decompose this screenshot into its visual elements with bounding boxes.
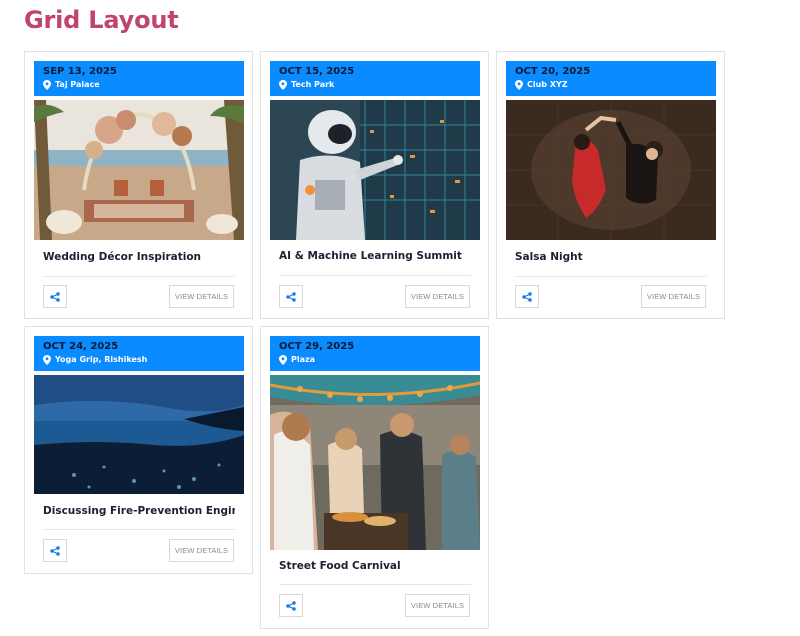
location-pin-icon [43, 80, 51, 90]
event-date: OCT 24, 2025 [43, 341, 119, 352]
venue-label: Plaza [291, 355, 316, 364]
page-title: Grid Layout [24, 6, 179, 34]
share-button[interactable] [515, 285, 539, 308]
share-icon [286, 600, 296, 611]
event-title[interactable]: Discussing Fire-Prevention Engineer [43, 505, 235, 517]
card-divider [515, 276, 707, 277]
venue-label: Club XYZ [527, 80, 568, 89]
share-icon [50, 545, 60, 556]
view-details-button[interactable]: VIEW DETAILS [169, 539, 234, 562]
view-details-button[interactable]: VIEW DETAILS [405, 285, 470, 308]
night-beach-image[interactable] [34, 375, 244, 494]
event-title[interactable]: Salsa Night [515, 251, 707, 263]
location-pin-icon [279, 355, 287, 365]
dancing-couple-image[interactable] [506, 100, 716, 240]
event-date: OCT 15, 2025 [279, 66, 355, 77]
view-details-button[interactable]: VIEW DETAILS [641, 285, 706, 308]
card-header: OCT 20, 2025 Club XYZ [506, 61, 716, 96]
share-button[interactable] [43, 285, 67, 308]
event-title[interactable]: Wedding Décor Inspiration [43, 251, 235, 263]
event-card: OCT 24, 2025 Yoga Grip, Rishikesh Discus… [24, 326, 253, 574]
event-title[interactable]: Street Food Carnival [279, 560, 471, 572]
card-header: OCT 29, 2025 Plaza [270, 336, 480, 371]
card-header: OCT 15, 2025 Tech Park [270, 61, 480, 96]
card-divider [279, 275, 471, 276]
venue-label: Taj Palace [55, 80, 100, 89]
card-divider [43, 276, 235, 277]
event-venue: Taj Palace [43, 80, 235, 90]
card-header: OCT 24, 2025 Yoga Grip, Rishikesh [34, 336, 244, 371]
event-card: OCT 29, 2025 Plaza Street Food Carnival … [260, 326, 489, 629]
event-venue: Yoga Grip, Rishikesh [43, 355, 235, 365]
event-venue: Club XYZ [515, 80, 707, 90]
event-date: SEP 13, 2025 [43, 66, 117, 77]
location-pin-icon [279, 80, 287, 90]
event-venue: Plaza [279, 355, 471, 365]
location-pin-icon [515, 80, 523, 90]
event-card: SEP 13, 2025 Taj Palace Wedding Décor In… [24, 51, 253, 319]
event-venue: Tech Park [279, 80, 471, 90]
location-pin-icon [43, 355, 51, 365]
share-icon [50, 291, 60, 302]
card-divider [279, 584, 471, 585]
view-details-button[interactable]: VIEW DETAILS [405, 594, 470, 617]
share-icon [522, 291, 532, 302]
card-divider [43, 529, 235, 530]
robot-image[interactable] [270, 100, 480, 240]
wedding-arch-image[interactable] [34, 100, 244, 240]
event-title[interactable]: AI & Machine Learning Summit [279, 250, 471, 262]
event-date: OCT 20, 2025 [515, 66, 591, 77]
share-button[interactable] [279, 285, 303, 308]
venue-label: Tech Park [291, 80, 335, 89]
event-date: OCT 29, 2025 [279, 341, 355, 352]
view-details-button[interactable]: VIEW DETAILS [169, 285, 234, 308]
share-button[interactable] [279, 594, 303, 617]
event-card: OCT 15, 2025 Tech Park AI & Machine Lear… [260, 51, 489, 319]
event-card: OCT 20, 2025 Club XYZ Salsa Night VIEW D… [496, 51, 725, 319]
food-market-image[interactable] [270, 375, 480, 550]
share-button[interactable] [43, 539, 67, 562]
share-icon [286, 291, 296, 302]
card-header: SEP 13, 2025 Taj Palace [34, 61, 244, 96]
venue-label: Yoga Grip, Rishikesh [55, 355, 148, 364]
